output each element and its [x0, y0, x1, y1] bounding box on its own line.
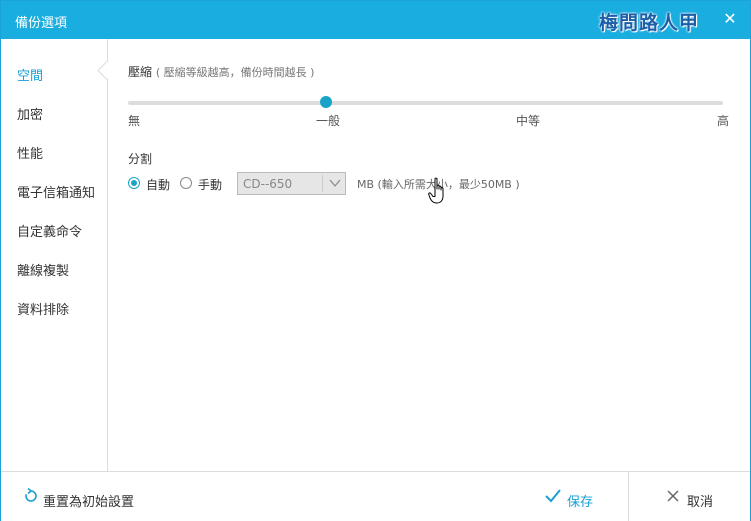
auto-radio[interactable]: [128, 177, 140, 189]
select-divider: [322, 175, 323, 192]
level-medium-label: 中等: [516, 114, 541, 128]
footer-divider: [628, 472, 629, 521]
main-content: 壓縮 ( 壓縮等級越高，備份時間越長 ) 無 一般 中等 高 分割 自動 手動 …: [108, 39, 750, 471]
sidebar-item-data-exclusion[interactable]: 資料排除: [17, 299, 69, 318]
manual-radio-label[interactable]: 手動: [198, 176, 222, 193]
manual-radio[interactable]: [180, 177, 192, 189]
sidebar-item-email-notification[interactable]: 電子信箱通知: [17, 182, 95, 201]
cancel-button[interactable]: 取消: [667, 488, 727, 510]
footer: 重置為初始設置 保存 取消: [1, 471, 750, 521]
close-icon[interactable]: ✕: [721, 10, 739, 28]
sidebar-item-performance[interactable]: 性能: [17, 143, 43, 162]
sidebar-item-offline-copy[interactable]: 離線複製: [17, 260, 69, 279]
save-label: 保存: [567, 495, 594, 510]
sidebar-item-custom-command[interactable]: 自定義命令: [17, 221, 82, 240]
chevron-down-icon: [329, 179, 341, 187]
window-title: 備份選項: [15, 16, 68, 31]
sidebar-item-encryption[interactable]: 加密: [17, 104, 43, 123]
level-high-label: 高: [717, 114, 730, 128]
auto-radio-label[interactable]: 自動: [146, 176, 170, 193]
cancel-label: 取消: [687, 495, 714, 510]
backup-options-dialog: 備份選項 梅問路人甲 ✕ 空間 加密 性能 電子信箱通知 自定義命令 離線複製 …: [0, 0, 751, 521]
title-bar: 備份選項 梅問路人甲 ✕: [1, 1, 750, 39]
level-normal-label: 一般: [316, 114, 341, 128]
reset-icon: [25, 488, 37, 502]
split-label: 分割: [128, 152, 153, 166]
compression-hint: ( 壓縮等級越高，備份時間越長 ): [155, 66, 315, 79]
watermark-logo: 梅問路人甲: [599, 12, 700, 34]
reset-label: 重置為初始設置: [43, 495, 135, 510]
hand-cursor-icon: [428, 177, 444, 204]
compression-slider-track[interactable]: [128, 101, 723, 105]
compression-slider-thumb[interactable]: [320, 96, 333, 108]
level-none-label: 無: [128, 114, 141, 128]
sidebar-item-space[interactable]: 空間: [17, 65, 43, 84]
compression-label: 壓縮: [128, 65, 153, 79]
compression-heading: 壓縮 ( 壓縮等級越高，備份時間越長 ): [128, 63, 314, 80]
save-button[interactable]: 保存: [545, 488, 605, 510]
close-icon: [667, 490, 679, 502]
split-size-select[interactable]: CD--650: [237, 172, 346, 195]
checkmark-icon: [545, 489, 561, 503]
split-size-value: CD--650: [243, 177, 293, 191]
sidebar: 空間 加密 性能 電子信箱通知 自定義命令 離線複製 資料排除: [1, 39, 116, 471]
